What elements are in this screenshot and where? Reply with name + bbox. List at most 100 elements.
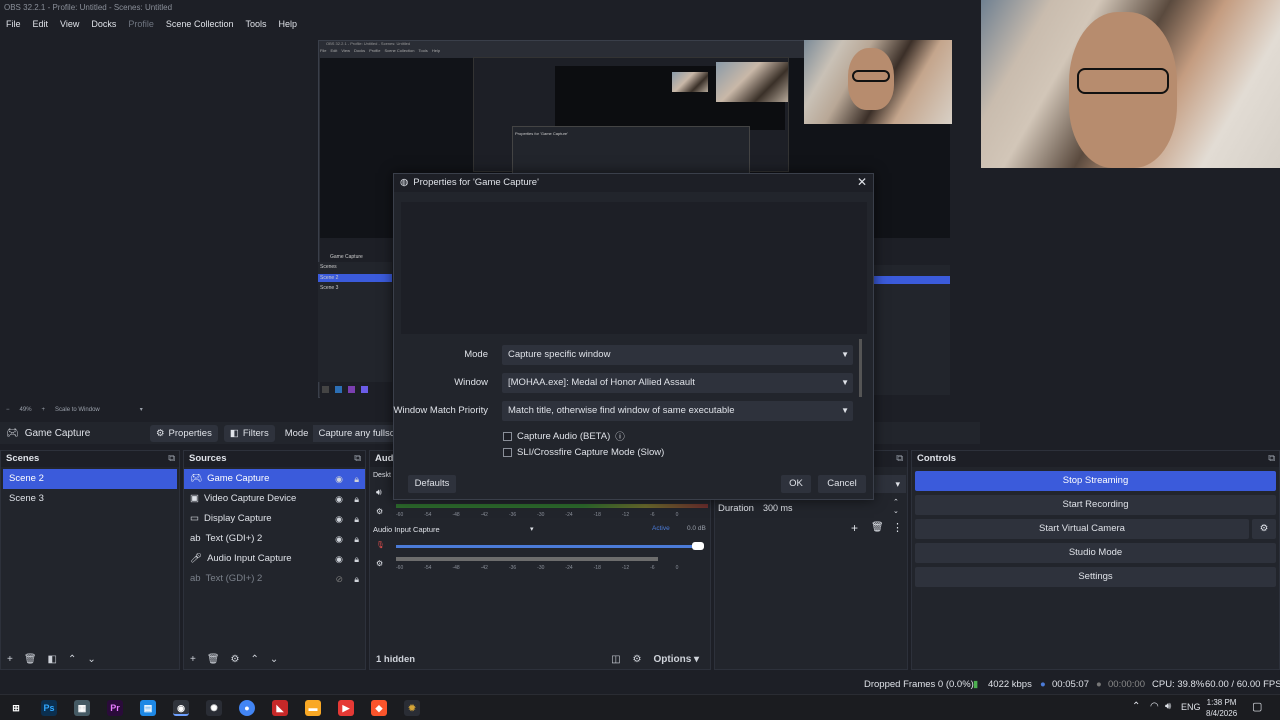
undock-icon[interactable]: ⧉ [896,451,903,467]
language-indicator[interactable]: ENG [1181,702,1201,712]
capture-audio-checkbox[interactable]: Capture Audio (BETA) ⓘ [503,429,625,443]
windows-start-icon[interactable]: ⊞ [8,700,24,716]
volume-icon[interactable]: 🔊︎ [1165,701,1171,712]
brave-icon[interactable]: ◆ [371,700,387,716]
youtube-icon[interactable]: ▶ [338,700,354,716]
start-virtual-camera-button[interactable]: Start Virtual Camera [915,519,1249,539]
source-item[interactable]: 🎤︎ Audio Input Capture ◉ 🔒︎ [184,549,365,569]
source-item[interactable]: ▭ Display Capture ◉ 🔒︎ [184,509,365,529]
sli-crossfire-checkbox[interactable]: SLI/Crossfire Capture Mode (Slow) [503,447,664,458]
eye-hidden-icon[interactable]: ⊘ [335,569,343,589]
menu-docks[interactable]: Docks [85,19,122,29]
lock-icon[interactable]: 🔒︎ [354,509,359,529]
cancel-button[interactable]: Cancel [818,475,866,493]
more-icon[interactable]: ⋮ [892,521,903,534]
lock-icon[interactable]: 🔒︎ [354,469,359,489]
lock-icon[interactable]: 🔒︎ [354,549,359,569]
scene-item[interactable]: Scene 3 [3,489,177,509]
studio-mode-button[interactable]: Studio Mode [915,543,1276,563]
scale-mode[interactable]: Scale to Window [55,407,100,413]
menu-help[interactable]: Help [272,19,303,29]
undock-icon[interactable]: ⧉ [354,451,361,467]
source-item[interactable]: ab Text (GDI+) 2 ◉ 🔒︎ [184,529,365,549]
trash-icon[interactable]: 🗑︎ [871,522,884,533]
chevron-up-icon[interactable]: ⌃ [1132,701,1140,712]
notification-icon[interactable]: ▢ [1252,700,1262,713]
menu-tools[interactable]: Tools [239,19,272,29]
photoshop-icon[interactable]: Ps [41,700,57,716]
start-recording-button[interactable]: Start Recording [915,495,1276,515]
add-icon[interactable]: + [851,521,858,535]
menu-profile[interactable]: Profile [122,19,160,29]
stop-streaming-button[interactable]: Stop Streaming [915,471,1276,491]
trash-icon[interactable]: 🗑︎ [207,654,220,665]
calculator-icon[interactable]: ▦ [74,700,90,716]
window-select[interactable]: [MOHAA.exe]: Medal of Honor Allied Assau… [502,373,853,393]
zoom-in-button[interactable]: + [42,407,46,413]
eye-icon[interactable]: ◉ [335,509,343,529]
gear-icon[interactable]: ⚙ [1252,519,1276,539]
lock-icon[interactable]: 🔒︎ [354,529,359,549]
columns-icon[interactable]: ◫ [611,654,620,665]
gear-icon[interactable]: ⚙ [231,654,240,665]
options-button[interactable]: Options ▾ [653,654,699,665]
volume-slider-handle[interactable] [692,542,704,550]
mic-muted-icon[interactable]: 🎙︎ [376,541,385,549]
move-up-icon[interactable]: ⌃ [251,654,259,665]
scene-item[interactable]: Scene 2 [3,469,177,489]
source-item[interactable]: 🎮︎ Game Capture ◉ 🔒︎ [184,469,365,489]
menu-view[interactable]: View [54,19,85,29]
lock-icon[interactable]: 🔒︎ [354,489,359,509]
folder-icon[interactable]: ▬ [305,700,321,716]
mode-select[interactable]: Capture specific window ▼ [502,345,853,365]
gear-icon[interactable]: ⚙ [376,559,383,568]
move-down-icon[interactable]: ⌄ [270,654,278,665]
amd-icon[interactable]: ◣ [272,700,288,716]
network-icon[interactable]: ◠ [1150,701,1159,712]
defaults-button[interactable]: Defaults [408,475,456,493]
menu-edit[interactable]: Edit [27,19,55,29]
undock-icon[interactable]: ⧉ [168,451,175,467]
mode-select[interactable]: Capture any fullscre [313,424,394,442]
gear-icon[interactable]: ⚙ [633,654,642,665]
priority-select[interactable]: Match title, otherwise find window of sa… [502,401,853,421]
duration-stepper[interactable]: ⌃ ⌄ [893,498,899,516]
move-up-icon[interactable]: ⌃ [68,654,76,665]
gear-icon[interactable]: ⚙ [376,507,383,516]
chevron-down-icon[interactable]: ▾ [140,406,143,413]
eye-icon[interactable]: ◉ [335,489,343,509]
chevron-down-icon[interactable]: ▾ [530,525,534,533]
move-down-icon[interactable]: ⌄ [87,654,95,665]
file-explorer-icon[interactable]: ▤ [140,700,156,716]
add-icon[interactable]: + [190,654,196,665]
obs-logo-icon: ◍ [400,177,409,188]
premiere-icon[interactable]: Pr [107,700,123,716]
game-icon[interactable]: ✹ [404,700,420,716]
eye-icon[interactable]: ◉ [335,549,343,569]
eye-icon[interactable]: ◉ [335,529,343,549]
ok-button[interactable]: OK [781,475,811,493]
zoom-out-button[interactable]: − [6,407,10,413]
trash-icon[interactable]: 🗑︎ [24,654,37,665]
chrome-icon[interactable]: ● [239,700,255,716]
settings-button[interactable]: Settings [915,567,1276,587]
undock-icon[interactable]: ⧉ [1268,451,1275,467]
source-item[interactable]: ab Text (GDI+) 2 ⊘ 🔒︎ [184,569,365,589]
filter-icon[interactable]: ◧ [48,654,57,665]
lock-icon[interactable]: 🔒︎ [354,569,359,589]
menu-scene-collection[interactable]: Scene Collection [160,19,240,29]
clock[interactable]: 1:38 PM 8/4/2026 [1206,697,1237,719]
obs-icon[interactable]: ◉ [173,700,189,716]
speaker-icon[interactable]: 🔊︎ [376,487,382,498]
properties-button[interactable]: ⚙ Properties [150,424,218,442]
menu-file[interactable]: File [0,19,27,29]
eye-icon[interactable]: ◉ [335,469,343,489]
close-icon[interactable]: ✕ [857,175,867,189]
source-item[interactable]: ▣ Video Capture Device ◉ 🔒︎ [184,489,365,509]
volume-slider[interactable] [396,545,702,548]
add-icon[interactable]: + [7,654,13,665]
app-icon[interactable]: ✺ [206,700,222,716]
filters-button[interactable]: ◧ Filters [223,424,275,442]
duration-field[interactable]: 300 ms [761,499,893,517]
help-icon: ⓘ [615,432,625,443]
